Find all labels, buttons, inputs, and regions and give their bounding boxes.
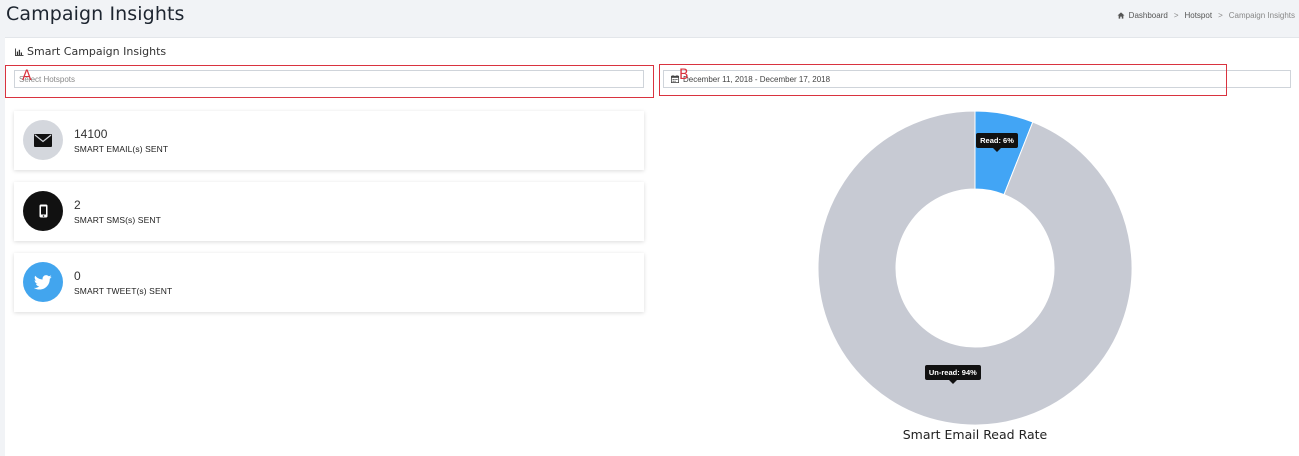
page-header: Campaign Insights Dashboard > Hotspot > … — [0, 0, 1299, 36]
panel-heading-text: Smart Campaign Insights — [27, 45, 167, 58]
twitter-bird-icon — [34, 274, 52, 290]
envelope-icon — [34, 133, 52, 147]
mobile-phone-icon — [39, 204, 47, 218]
chart-title: Smart Email Read Rate — [902, 427, 1048, 442]
breadcrumb-dashboard[interactable]: Dashboard — [1129, 11, 1168, 20]
stat-value: 2 — [74, 198, 81, 212]
stat-card-tweet: 0 SMART TWEET(s) SENT — [14, 253, 644, 312]
stat-icon-circle — [23, 120, 63, 160]
stat-label: SMART SMS(s) SENT — [74, 215, 161, 225]
bar-chart-icon — [15, 47, 24, 56]
annotation-box-a — [5, 65, 654, 98]
annotation-label-a: A — [22, 68, 32, 84]
dashboard-icon — [1117, 12, 1125, 19]
tooltip-read: Read: 6% — [976, 133, 1018, 153]
stat-card-email: 14100 SMART EMAIL(s) SENT — [14, 111, 644, 170]
stat-label: SMART TWEET(s) SENT — [74, 286, 173, 296]
stat-value: 0 — [74, 269, 81, 283]
breadcrumb-hotspot[interactable]: Hotspot — [1184, 11, 1212, 20]
breadcrumb-separator: > — [1218, 11, 1223, 20]
tooltip-un-read: Un-read: 94% — [924, 364, 981, 384]
stat-value: 14100 — [74, 127, 108, 141]
stat-card-sms: 2 SMART SMS(s) SENT — [14, 182, 644, 241]
stat-icon-circle — [23, 262, 63, 302]
breadcrumb-current: Campaign Insights — [1228, 11, 1295, 20]
stat-label: SMART EMAIL(s) SENT — [74, 144, 169, 154]
stat-icon-circle — [23, 191, 63, 231]
breadcrumb: Dashboard > Hotspot > Campaign Insights — [1117, 11, 1295, 20]
breadcrumb-separator: > — [1173, 11, 1179, 20]
annotation-label-b: B — [679, 67, 689, 83]
page-title: Campaign Insights — [6, 3, 185, 25]
insights-panel: Smart Campaign Insights Select Hotspots … — [5, 37, 1299, 456]
panel-heading: Smart Campaign Insights — [15, 45, 166, 58]
annotation-box-b — [659, 64, 1227, 96]
